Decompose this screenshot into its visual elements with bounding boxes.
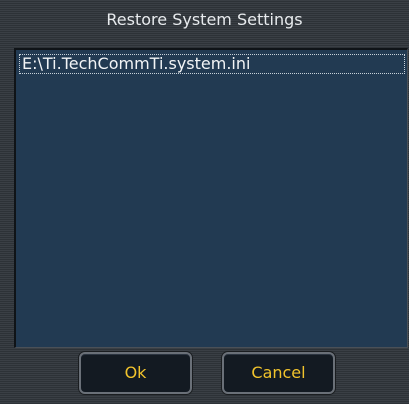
list-item[interactable]: E:\Ti.TechCommTi.system.ini: [19, 54, 405, 74]
settings-file-list[interactable]: E:\Ti.TechCommTi.system.ini: [14, 48, 408, 348]
dialog-title: Restore System Settings: [106, 10, 303, 29]
cancel-button[interactable]: Cancel: [222, 352, 335, 394]
ok-button[interactable]: Ok: [79, 352, 192, 394]
restore-settings-dialog: Restore System Settings E:\Ti.TechCommTi…: [0, 0, 409, 404]
